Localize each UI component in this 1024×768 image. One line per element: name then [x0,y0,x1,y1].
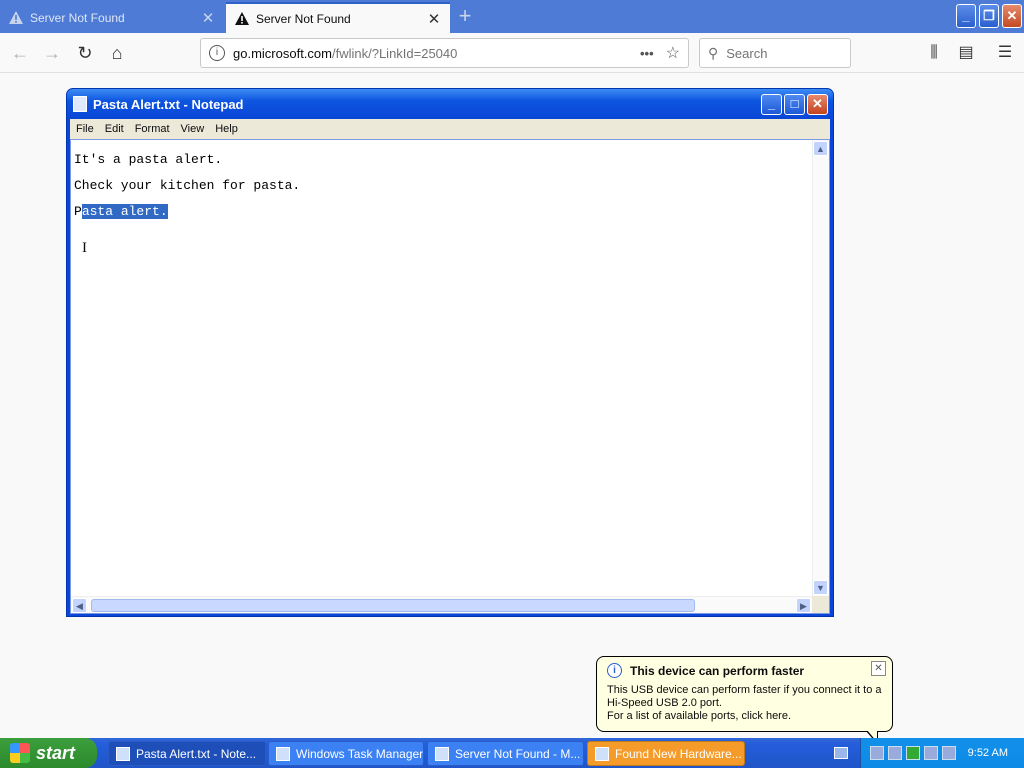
text-line: Pasta alert. [74,204,168,219]
notepad-menu-bar: File Edit Format View Help [70,119,830,139]
menu-view[interactable]: View [175,123,210,135]
balloon-link-text[interactable]: For a list of available ports, click her… [607,710,882,723]
notepad-close-button[interactable]: ✕ [807,94,828,115]
info-icon: i [607,663,622,678]
tab-server-not-found-1[interactable]: Server Not Found ✕ [0,2,224,33]
horizontal-scrollbar[interactable]: ◀ ▶ [71,596,812,613]
scroll-right-button[interactable]: ▶ [796,598,811,613]
new-tab-button[interactable]: + [452,5,478,29]
windows-logo-icon [10,743,30,763]
notepad-title-bar[interactable]: Pasta Alert.txt - Notepad _ □ ✕ [67,89,833,119]
battery-icon[interactable] [905,746,920,760]
taskbar-button-notepad[interactable]: Pasta Alert.txt - Note... [108,741,266,766]
text-selection: asta alert. [81,204,168,219]
network-icon-2[interactable] [923,746,938,760]
task-manager-icon [276,746,290,761]
scroll-down-button[interactable]: ▼ [813,580,828,595]
info-icon[interactable]: i [209,45,225,61]
browser-nav-bar: ← → ↻ ⌂ i go.microsoft.com /fwlink/?Link… [0,33,1024,73]
keyboard-icon[interactable] [834,747,848,759]
menu-help[interactable]: Help [209,123,243,135]
clock[interactable]: 9:52 AM [968,747,1008,759]
text-cursor-icon: I [82,240,87,256]
notepad-text-area[interactable]: It's a pasta alert. Check your kitchen f… [70,139,830,614]
sidebar-icon[interactable]: ▤ [954,41,978,65]
scroll-left-button[interactable]: ◀ [72,598,87,613]
close-button[interactable]: ✕ [1002,4,1022,28]
menu-icon[interactable]: ☰ [993,41,1017,65]
safely-remove-icon[interactable] [941,746,956,760]
scroll-thumb[interactable] [91,599,695,612]
start-button[interactable]: start [0,738,97,768]
tab-server-not-found-2[interactable]: Server Not Found ✕ [226,2,450,33]
notepad-title: Pasta Alert.txt - Notepad [93,96,244,112]
balloon-close-button[interactable]: ✕ [871,661,886,676]
page-actions-icon[interactable]: ••• [640,46,654,61]
minimize-button[interactable]: _ [956,4,976,28]
taskbar-button-found-new-hardware[interactable]: Found New Hardware... [587,741,745,766]
text-line: Check your kitchen for pasta. [74,178,301,193]
start-label: start [36,742,76,763]
balloon-text: Hi-Speed USB 2.0 port. [607,697,722,709]
back-arrow-icon[interactable]: ← [8,41,32,65]
reload-icon[interactable]: ↻ [73,41,97,65]
balloon-body: This USB device can perform faster if yo… [607,684,882,723]
notepad-icon [73,96,87,112]
firefox-icon [435,746,449,761]
tab-close-icon[interactable]: ✕ [200,9,216,27]
usb-icon[interactable] [869,746,884,760]
tab-label: Server Not Found [256,11,351,26]
menu-edit[interactable]: Edit [99,123,129,135]
network-icon[interactable] [887,746,902,760]
balloon-title: This device can perform faster [630,663,805,678]
taskbar: start Pasta Alert.txt - Note... Windows … [0,738,1024,768]
browser-tab-bar: Server Not Found ✕ Server Not Found ✕ + … [0,0,1024,33]
forward-arrow-icon[interactable]: → [40,41,64,65]
notepad-maximize-button[interactable]: □ [784,94,805,115]
search-input[interactable]: ⚲ Search [699,38,851,68]
balloon-text: This USB device can perform faster if yo… [607,684,882,696]
resize-grip[interactable] [812,596,829,613]
url-domain: go.microsoft.com [233,45,332,61]
bookmark-star-icon[interactable]: ☆ [666,43,680,63]
taskbar-button-label: Server Not Found - M... [455,746,581,761]
restore-button[interactable]: ❐ [979,4,999,28]
warning-icon [9,10,23,24]
text-unselected: P [74,204,82,219]
url-bar[interactable]: i go.microsoft.com /fwlink/?LinkId=25040… [200,38,689,68]
notepad-icon [116,746,130,761]
search-placeholder: Search [726,45,768,61]
scroll-up-button[interactable]: ▲ [813,141,828,156]
tab-close-icon[interactable]: ✕ [426,10,442,28]
notification-balloon[interactable]: i This device can perform faster ✕ This … [596,656,893,732]
taskbar-button-label: Windows Task Manager [296,746,424,761]
taskbar-button-label: Found New Hardware... [615,746,742,761]
hardware-wizard-icon [595,746,609,761]
taskbar-button-label: Pasta Alert.txt - Note... [136,746,257,761]
warning-icon [235,11,249,25]
text-line: It's a pasta alert. [74,152,223,167]
system-tray: 9:52 AM [860,738,1024,768]
taskbar-button-task-manager[interactable]: Windows Task Manager [268,741,424,766]
vertical-scrollbar[interactable]: ▲ ▼ [812,140,829,596]
tab-label: Server Not Found [30,10,125,25]
balloon-title-row: i This device can perform faster [607,663,882,678]
menu-format[interactable]: Format [129,123,175,135]
home-icon[interactable]: ⌂ [105,41,129,65]
search-icon: ⚲ [708,44,719,61]
library-icon[interactable]: ⫼ [922,41,946,65]
menu-file[interactable]: File [70,123,99,135]
notepad-minimize-button[interactable]: _ [761,94,782,115]
taskbar-button-firefox[interactable]: Server Not Found - M... [427,741,584,766]
notepad-window: Pasta Alert.txt - Notepad _ □ ✕ File Edi… [66,88,834,617]
url-path: /fwlink/?LinkId=25040 [331,45,458,61]
